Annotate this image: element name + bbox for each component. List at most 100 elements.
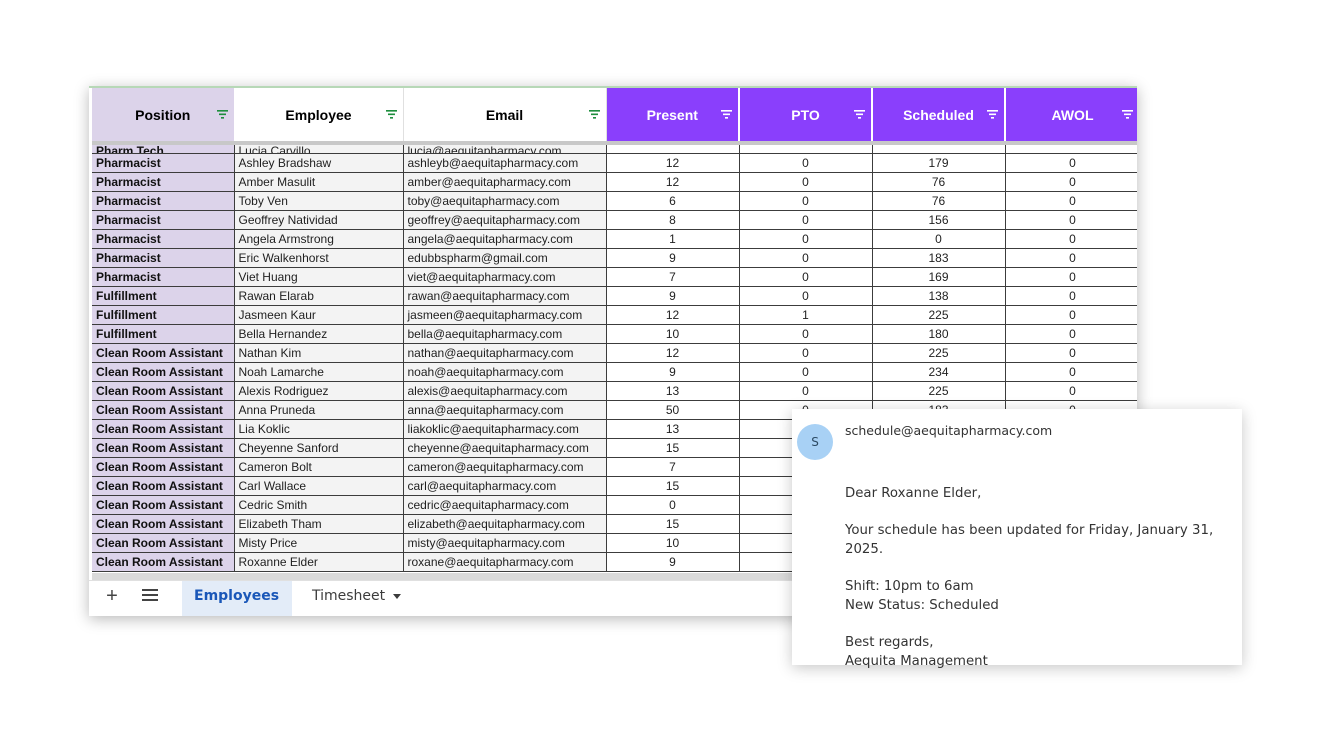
cell-employee[interactable]: Misty Price bbox=[234, 533, 404, 553]
cell-pto[interactable]: 0 bbox=[739, 172, 873, 192]
cell-position[interactable]: Clean Room Assistant bbox=[92, 343, 235, 363]
cell-pto[interactable]: 0 bbox=[739, 267, 873, 287]
cell-awol[interactable]: 0 bbox=[1005, 286, 1137, 306]
cell-present[interactable]: 10 bbox=[606, 533, 740, 553]
cell-email[interactable]: cheyenne@aequitapharmacy.com bbox=[403, 438, 607, 458]
cell-position[interactable]: Clean Room Assistant bbox=[92, 438, 235, 458]
cell-email[interactable]: ashleyb@aequitapharmacy.com bbox=[403, 153, 607, 173]
cell-position[interactable]: Clean Room Assistant bbox=[92, 552, 235, 572]
cell-awol[interactable]: 0 bbox=[1005, 381, 1137, 401]
filter-icon[interactable] bbox=[385, 110, 397, 119]
cell-email[interactable]: misty@aequitapharmacy.com bbox=[403, 533, 607, 553]
cell-email[interactable]: noah@aequitapharmacy.com bbox=[403, 362, 607, 382]
cell-awol[interactable]: 0 bbox=[1005, 172, 1137, 192]
cell-position[interactable]: Pharmacist bbox=[92, 248, 235, 268]
cell-employee[interactable]: Rawan Elarab bbox=[234, 286, 404, 306]
cell-pto[interactable] bbox=[739, 143, 873, 154]
cell-email[interactable]: rawan@aequitapharmacy.com bbox=[403, 286, 607, 306]
cell-position[interactable]: Pharmacist bbox=[92, 267, 235, 287]
cell-awol[interactable]: 0 bbox=[1005, 229, 1137, 249]
cell-scheduled[interactable]: 76 bbox=[872, 172, 1006, 192]
cell-pto[interactable]: 0 bbox=[739, 229, 873, 249]
cell-awol[interactable]: 0 bbox=[1005, 210, 1137, 230]
cell-scheduled[interactable]: 76 bbox=[872, 191, 1006, 211]
cell-scheduled[interactable]: 0 bbox=[872, 229, 1006, 249]
cell-position[interactable]: Clean Room Assistant bbox=[92, 514, 235, 534]
cell-position[interactable]: Fulfillment bbox=[92, 324, 235, 344]
cell-scheduled[interactable]: 183 bbox=[872, 248, 1006, 268]
filter-icon[interactable] bbox=[216, 110, 228, 119]
cell-employee[interactable]: Eric Walkenhorst bbox=[234, 248, 404, 268]
cell-position[interactable]: Clean Room Assistant bbox=[92, 381, 235, 401]
cell-pto[interactable]: 1 bbox=[739, 305, 873, 325]
cell-present[interactable]: 50 bbox=[606, 400, 740, 420]
cell-employee[interactable]: Anna Pruneda bbox=[234, 400, 404, 420]
cell-position[interactable]: Pharmacist bbox=[92, 229, 235, 249]
cell-email[interactable]: amber@aequitapharmacy.com bbox=[403, 172, 607, 192]
cell-pto[interactable]: 0 bbox=[739, 381, 873, 401]
cell-employee[interactable]: Alexis Rodriguez bbox=[234, 381, 404, 401]
cell-scheduled[interactable]: 138 bbox=[872, 286, 1006, 306]
cell-email[interactable]: alexis@aequitapharmacy.com bbox=[403, 381, 607, 401]
cell-email[interactable]: jasmeen@aequitapharmacy.com bbox=[403, 305, 607, 325]
cell-present[interactable]: 10 bbox=[606, 324, 740, 344]
cell-pto[interactable]: 0 bbox=[739, 343, 873, 363]
cell-awol[interactable]: 0 bbox=[1005, 191, 1137, 211]
cell-present[interactable]: 12 bbox=[606, 305, 740, 325]
cell-present[interactable]: 12 bbox=[606, 172, 740, 192]
cell-employee[interactable]: Elizabeth Tham bbox=[234, 514, 404, 534]
cell-present[interactable]: 12 bbox=[606, 153, 740, 173]
cell-position[interactable]: Pharmacist bbox=[92, 191, 235, 211]
column-header-scheduled[interactable]: Scheduled bbox=[872, 88, 1006, 143]
cell-employee[interactable]: Amber Masulit bbox=[234, 172, 404, 192]
cell-employee[interactable]: Lia Koklic bbox=[234, 419, 404, 439]
filter-icon[interactable] bbox=[987, 110, 998, 119]
cell-present[interactable]: 7 bbox=[606, 267, 740, 287]
cell-position[interactable]: Clean Room Assistant bbox=[92, 533, 235, 553]
cell-awol[interactable]: 0 bbox=[1005, 324, 1137, 344]
cell-employee[interactable]: Noah Lamarche bbox=[234, 362, 404, 382]
cell-position[interactable]: Clean Room Assistant bbox=[92, 400, 235, 420]
cell-pto[interactable]: 0 bbox=[739, 210, 873, 230]
cell-awol[interactable]: 0 bbox=[1005, 153, 1137, 173]
cell-awol[interactable] bbox=[1005, 143, 1137, 154]
cell-present[interactable]: 12 bbox=[606, 343, 740, 363]
cell-employee[interactable]: Angela Armstrong bbox=[234, 229, 404, 249]
cell-employee[interactable]: Toby Ven bbox=[234, 191, 404, 211]
tab-employees[interactable]: Employees bbox=[182, 581, 292, 616]
cell-awol[interactable]: 0 bbox=[1005, 362, 1137, 382]
cell-present[interactable]: 1 bbox=[606, 229, 740, 249]
filter-icon[interactable] bbox=[721, 110, 732, 119]
cell-present[interactable]: 9 bbox=[606, 552, 740, 572]
cell-employee[interactable]: Carl Wallace bbox=[234, 476, 404, 496]
cell-scheduled[interactable] bbox=[872, 143, 1006, 154]
cell-employee[interactable]: Geoffrey Natividad bbox=[234, 210, 404, 230]
cell-scheduled[interactable]: 179 bbox=[872, 153, 1006, 173]
cell-position[interactable]: Fulfillment bbox=[92, 305, 235, 325]
cell-present[interactable]: 13 bbox=[606, 381, 740, 401]
cell-email[interactable]: cedric@aequitapharmacy.com bbox=[403, 495, 607, 515]
cell-email[interactable]: geoffrey@aequitapharmacy.com bbox=[403, 210, 607, 230]
cell-present[interactable]: 6 bbox=[606, 191, 740, 211]
cell-present[interactable]: 15 bbox=[606, 476, 740, 496]
cell-employee[interactable]: Ashley Bradshaw bbox=[234, 153, 404, 173]
cell-awol[interactable]: 0 bbox=[1005, 267, 1137, 287]
cell-present[interactable]: 7 bbox=[606, 457, 740, 477]
cell-employee[interactable]: Cedric Smith bbox=[234, 495, 404, 515]
cell-email[interactable]: elizabeth@aequitapharmacy.com bbox=[403, 514, 607, 534]
filter-icon[interactable] bbox=[588, 110, 600, 119]
cell-employee[interactable]: Viet Huang bbox=[234, 267, 404, 287]
cell-email[interactable]: lucia@aequitapharmacy.com bbox=[403, 143, 607, 154]
filter-icon[interactable] bbox=[1122, 110, 1133, 119]
cell-present[interactable]: 15 bbox=[606, 514, 740, 534]
cell-pto[interactable]: 0 bbox=[739, 248, 873, 268]
tab-timesheet[interactable]: Timesheet bbox=[300, 581, 414, 616]
cell-awol[interactable]: 0 bbox=[1005, 305, 1137, 325]
cell-pto[interactable]: 0 bbox=[739, 286, 873, 306]
cell-scheduled[interactable]: 225 bbox=[872, 381, 1006, 401]
column-header-email[interactable]: Email bbox=[403, 88, 607, 143]
cell-present[interactable]: 9 bbox=[606, 248, 740, 268]
cell-scheduled[interactable]: 234 bbox=[872, 362, 1006, 382]
column-header-awol[interactable]: AWOL bbox=[1005, 88, 1137, 143]
cell-pto[interactable]: 0 bbox=[739, 191, 873, 211]
